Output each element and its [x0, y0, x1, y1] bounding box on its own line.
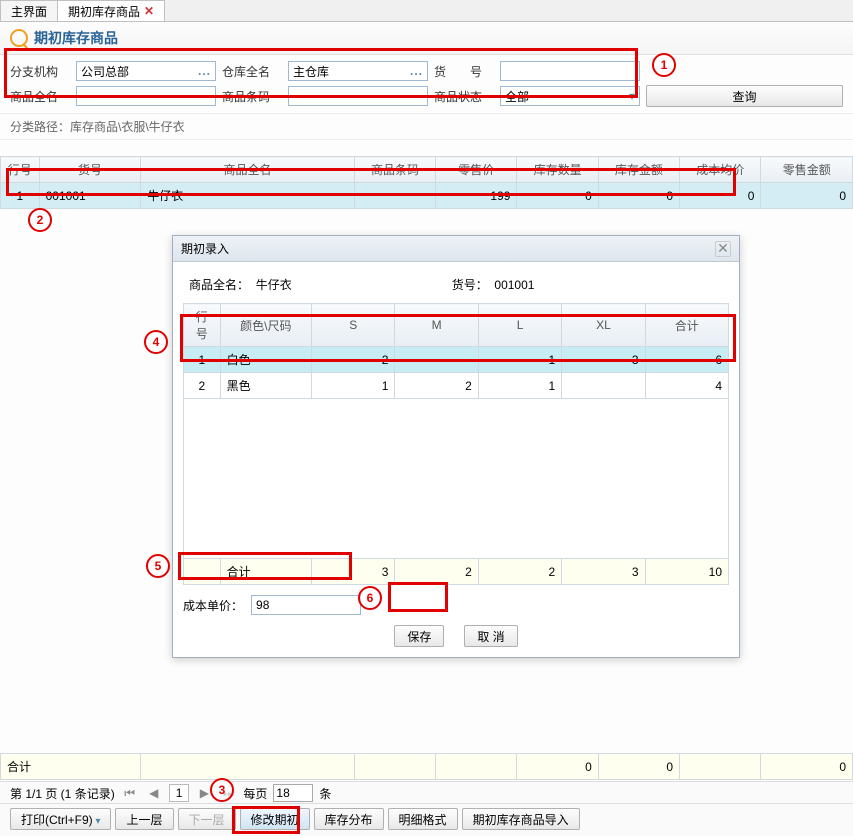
detail-format-button[interactable]: 明细格式 [388, 808, 458, 830]
down-level-button: 下一层 [178, 808, 236, 830]
col-amount[interactable]: 库存金额 [598, 157, 679, 183]
dlg-product-value: 牛仔衣 [256, 278, 292, 292]
breadcrumb: 分类路径：库存商品\衣服\牛仔衣 [0, 113, 853, 140]
title-bar: 期初库存商品 [0, 22, 853, 55]
cost-input[interactable] [251, 595, 361, 615]
dialog-title: 期初录入 [181, 240, 229, 257]
total-row: 合计 32 23 10 [184, 559, 729, 585]
pager-prev-icon[interactable]: ◀ [145, 784, 163, 802]
filter-form: 分支机构 公司总部... 仓库全名 主仓库... 货 号 商品全名 商品条码 商… [0, 55, 853, 113]
stock-dist-button[interactable]: 库存分布 [314, 808, 384, 830]
status-combo[interactable]: 全部▾ [500, 86, 640, 106]
close-icon[interactable]: ✕ [144, 4, 154, 18]
barcode-label: 商品条码 [222, 88, 282, 105]
branch-label: 分支机构 [10, 63, 70, 80]
page-title: 期初库存商品 [34, 28, 118, 48]
print-button[interactable]: 打印(Ctrl+F9) [10, 808, 111, 830]
pager: 第 1/1 页 (1 条记录) ⏮ ◀ 1 ▶ ⏭ 每页 条 [0, 781, 853, 804]
callout-1: 1 [652, 53, 676, 77]
callout-5: 5 [146, 554, 170, 578]
dlg-product-label: 商品全名： [189, 278, 249, 292]
search-icon [10, 29, 28, 47]
warehouse-combo[interactable]: 主仓库... [288, 61, 428, 81]
bottom-toolbar: 打印(Ctrl+F9) 上一层 下一层 修改期初 库存分布 明细格式 期初库存商… [0, 803, 853, 836]
ellipsis-icon[interactable]: ... [198, 64, 211, 78]
col-rowno[interactable]: 行号 [1, 157, 40, 183]
sku-input[interactable] [500, 61, 640, 81]
callout-6: 6 [358, 586, 382, 610]
pager-summary: 第 1/1 页 (1 条记录) [10, 785, 115, 802]
status-label: 商品状态 [434, 88, 494, 105]
callout-3: 3 [210, 778, 234, 802]
chevron-down-icon[interactable]: ▾ [629, 89, 635, 103]
col-name[interactable]: 商品全名 [141, 157, 355, 183]
branch-combo[interactable]: 公司总部... [76, 61, 216, 81]
dialog-initial-entry: 期初录入 ✕ 商品全名： 牛仔衣 货号： 001001 行号 颜色\尺码 S M… [172, 235, 740, 658]
warehouse-label: 仓库全名 [222, 63, 282, 80]
barcode-input[interactable] [288, 86, 428, 106]
dialog-close-icon[interactable]: ✕ [715, 241, 731, 257]
modify-initial-button[interactable]: 修改期初 [240, 808, 310, 830]
table-row[interactable]: 2黑色 12 1 4 [184, 373, 729, 399]
col-barcode[interactable]: 商品条码 [354, 157, 435, 183]
pager-first-icon[interactable]: ⏮ [121, 784, 139, 802]
main-table: 行号 货号 商品全名 商品条码 零售价 库存数量 库存金额 成本均价 零售金额 … [0, 156, 853, 209]
import-button[interactable]: 期初库存商品导入 [462, 808, 580, 830]
tabs-bar: 主界面 期初库存商品✕ [0, 0, 853, 22]
sku-label: 货 号 [434, 63, 494, 80]
table-row[interactable]: 1 001001 牛仔衣 199 0 0 0 0 [1, 183, 853, 209]
ellipsis-icon[interactable]: ... [410, 64, 423, 78]
col-qty[interactable]: 库存数量 [517, 157, 598, 183]
dlg-sku-value: 001001 [494, 278, 534, 292]
cancel-button[interactable]: 取 消 [464, 625, 517, 647]
dlg-sku-label: 货号： [452, 278, 488, 292]
dialog-table: 行号 颜色\尺码 S M L XL 合计 1白色 2 13 6 2黑色 [183, 303, 729, 585]
callout-2: 2 [28, 208, 52, 232]
pager-current[interactable]: 1 [169, 784, 190, 802]
tab-inventory[interactable]: 期初库存商品✕ [57, 0, 165, 21]
tab-main[interactable]: 主界面 [0, 0, 58, 21]
table-row[interactable]: 1白色 2 13 6 [184, 347, 729, 373]
callout-4: 4 [144, 330, 168, 354]
col-sku[interactable]: 货号 [39, 157, 141, 183]
col-costavg[interactable]: 成本均价 [680, 157, 761, 183]
product-label: 商品全名 [10, 88, 70, 105]
product-input[interactable] [76, 86, 216, 106]
col-retailamt[interactable]: 零售金额 [761, 157, 853, 183]
total-table: 合计 0 0 0 [0, 753, 853, 780]
cost-label: 成本单价： [183, 597, 243, 614]
per-page-input[interactable] [273, 784, 313, 802]
col-price[interactable]: 零售价 [436, 157, 517, 183]
save-button[interactable]: 保存 [394, 625, 444, 647]
search-button[interactable]: 查询 [646, 85, 843, 107]
up-level-button[interactable]: 上一层 [115, 808, 173, 830]
